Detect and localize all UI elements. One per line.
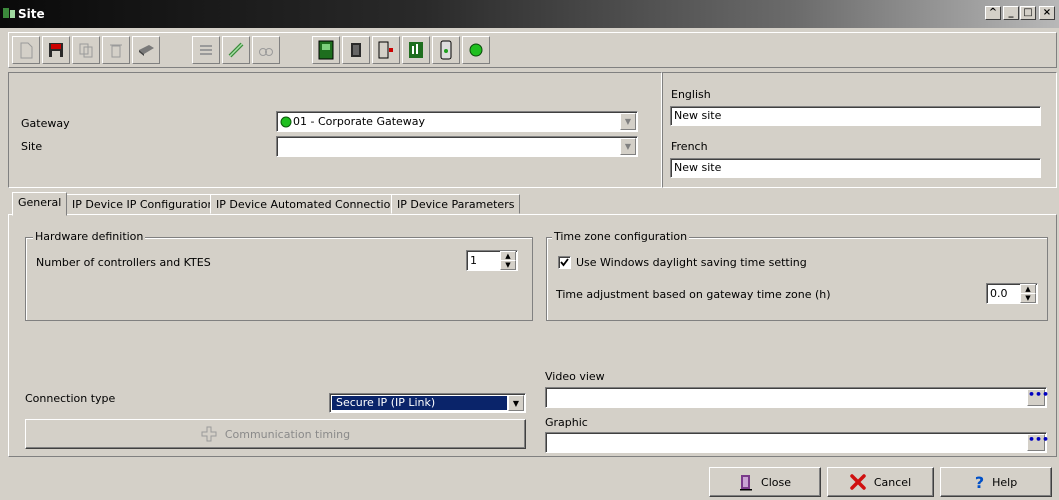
minimize-button[interactable]: _	[1003, 6, 1019, 20]
controllers-value: 1	[470, 254, 477, 267]
tab-ip-device-ip-configuration[interactable]: IP Device IP Configuration	[66, 194, 221, 214]
reader-icon	[440, 40, 452, 60]
spin-down-icon[interactable]: ▼	[500, 260, 516, 270]
door-icon	[351, 43, 361, 57]
connection-type-label: Connection type	[25, 392, 116, 405]
status-button[interactable]	[462, 36, 490, 64]
cancel-button[interactable]: Cancel	[827, 467, 934, 497]
status-green-icon	[280, 116, 292, 128]
io-module-button[interactable]	[402, 36, 430, 64]
graphic-field[interactable]: •••	[545, 432, 1049, 453]
dst-checkbox[interactable]	[558, 256, 571, 269]
communication-timing-button[interactable]: Communication timing	[25, 419, 526, 449]
communication-timing-label: Communication timing	[224, 427, 351, 441]
link-icon	[228, 42, 244, 58]
hardware-definition-group	[25, 237, 533, 321]
save-button[interactable]	[42, 36, 70, 64]
help-label: Help	[992, 475, 1018, 489]
toolbar	[8, 32, 1057, 68]
controllers-stepper[interactable]: 1 ▲ ▼	[466, 250, 518, 271]
site-label: Site	[21, 140, 43, 153]
cancel-x-icon	[850, 474, 866, 490]
find-button[interactable]	[252, 36, 280, 64]
chevron-down-icon[interactable]: ▼	[620, 138, 636, 155]
close-label: Close	[761, 475, 791, 489]
door-exit-icon	[378, 41, 393, 59]
time-zone-group	[546, 237, 1048, 321]
connection-type-value: Secure IP (IP Link)	[336, 396, 436, 409]
window-title: Site	[18, 7, 45, 21]
door-button[interactable]	[342, 36, 370, 64]
site-select[interactable]: ▼	[276, 136, 638, 157]
browse-video-view-button[interactable]: •••	[1027, 389, 1049, 406]
delete-button[interactable]	[102, 36, 130, 64]
print-button[interactable]	[132, 36, 160, 64]
list-icon	[200, 45, 212, 55]
chevron-down-icon[interactable]: ▼	[508, 395, 524, 411]
ellipsis-icon: •••	[1028, 433, 1050, 446]
status-green-icon	[469, 43, 483, 57]
controller-button[interactable]	[312, 36, 340, 64]
connection-type-select[interactable]: Secure IP (IP Link) ▼	[329, 393, 526, 413]
cancel-label: Cancel	[873, 475, 912, 489]
french-name-field[interactable]: New site	[670, 158, 1041, 178]
dst-label: Use Windows daylight saving time setting	[576, 256, 807, 269]
general-tab-panel: Hardware definition Number of controller…	[8, 214, 1057, 457]
graphic-label: Graphic	[545, 416, 588, 429]
plus-icon	[201, 426, 217, 442]
close-button[interactable]: Close	[709, 467, 821, 497]
title-bar[interactable]: Site ^ _ □ ×	[0, 0, 1059, 28]
reader-button[interactable]	[432, 36, 460, 64]
minimize-icon: _	[1008, 7, 1014, 18]
check-icon	[560, 258, 569, 267]
tz-adjust-label: Time adjustment based on gateway time zo…	[556, 288, 831, 301]
site-app-icon	[3, 8, 15, 18]
gateway-select[interactable]: 01 - Corporate Gateway ▼	[276, 111, 638, 132]
maximize-button[interactable]: □	[1020, 6, 1036, 20]
link-button[interactable]	[222, 36, 250, 64]
maximize-icon: □	[1023, 7, 1033, 18]
tab-ip-device-automated-connection[interactable]: IP Device Automated Connection	[210, 194, 404, 214]
gateway-label: Gateway	[21, 117, 70, 130]
hardware-definition-title: Hardware definition	[33, 230, 146, 243]
time-zone-title: Time zone configuration	[552, 230, 690, 243]
help-button[interactable]: ? Help	[940, 467, 1052, 497]
find-icon	[259, 48, 273, 56]
restore-icon: ^	[988, 7, 998, 18]
french-label: French	[671, 140, 708, 153]
new-button[interactable]	[12, 36, 40, 64]
question-mark-icon: ?	[974, 472, 985, 492]
header-panel: Gateway 01 - Corporate Gateway ▼ Site ▼	[8, 72, 662, 188]
english-label: English	[671, 88, 711, 101]
tab-general[interactable]: General	[12, 192, 68, 216]
new-icon	[20, 42, 33, 59]
english-name-field[interactable]: New site	[670, 106, 1041, 126]
chevron-down-icon[interactable]: ▼	[620, 113, 636, 130]
tz-adjust-stepper[interactable]: 0.0 ▲ ▼	[986, 283, 1038, 304]
language-panel: English New site French New site	[662, 72, 1057, 188]
save-icon	[49, 43, 63, 57]
io-module-icon	[409, 42, 423, 58]
delete-icon	[110, 44, 122, 58]
door-exit-icon	[740, 475, 753, 491]
controllers-label: Number of controllers and KTES	[36, 256, 211, 269]
tz-adjust-value: 0.0	[990, 287, 1008, 300]
door-exit-button[interactable]	[372, 36, 400, 64]
video-view-label: Video view	[545, 370, 605, 383]
controller-icon	[318, 40, 334, 60]
browse-graphic-button[interactable]: •••	[1027, 434, 1049, 451]
list-button[interactable]	[192, 36, 220, 64]
spin-down-icon[interactable]: ▼	[1020, 293, 1036, 303]
copy-button[interactable]	[72, 36, 100, 64]
gateway-value: 01 - Corporate Gateway	[293, 115, 426, 128]
print-icon	[139, 45, 154, 56]
ellipsis-icon: •••	[1028, 388, 1050, 401]
copy-icon	[79, 43, 93, 58]
tab-ip-device-parameters[interactable]: IP Device Parameters	[391, 194, 521, 214]
close-window-button[interactable]: ×	[1039, 6, 1055, 20]
video-view-field[interactable]: •••	[545, 387, 1049, 408]
close-icon: ×	[1042, 7, 1052, 18]
restore-button[interactable]: ^	[985, 6, 1001, 20]
